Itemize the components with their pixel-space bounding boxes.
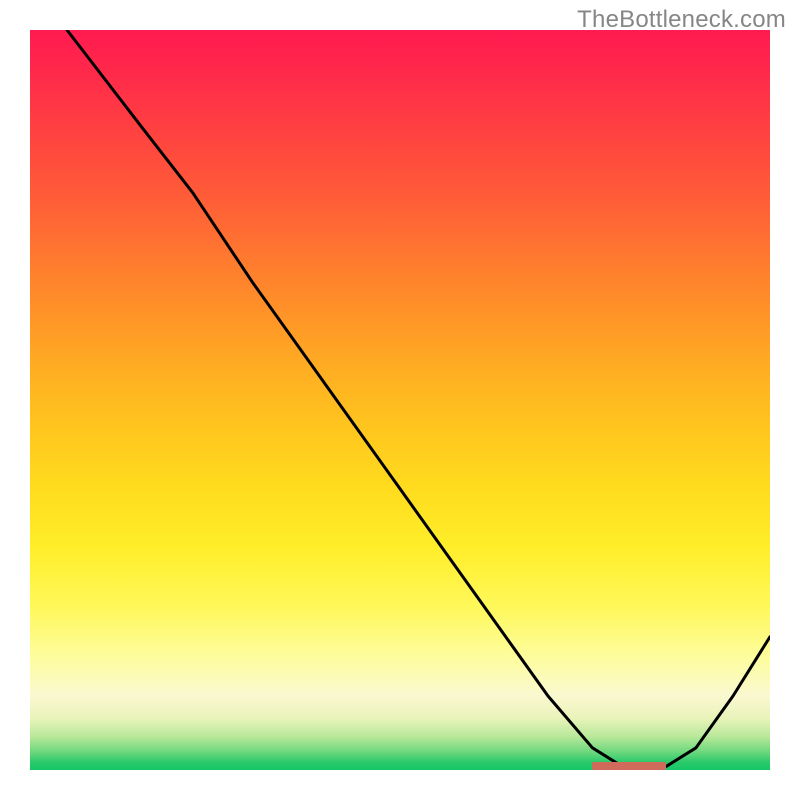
flat-segment-marker (592, 762, 666, 770)
line-curve (30, 30, 770, 770)
plot-area (30, 30, 770, 770)
chart-container: { "watermark": "TheBottleneck.com", "cha… (0, 0, 800, 800)
